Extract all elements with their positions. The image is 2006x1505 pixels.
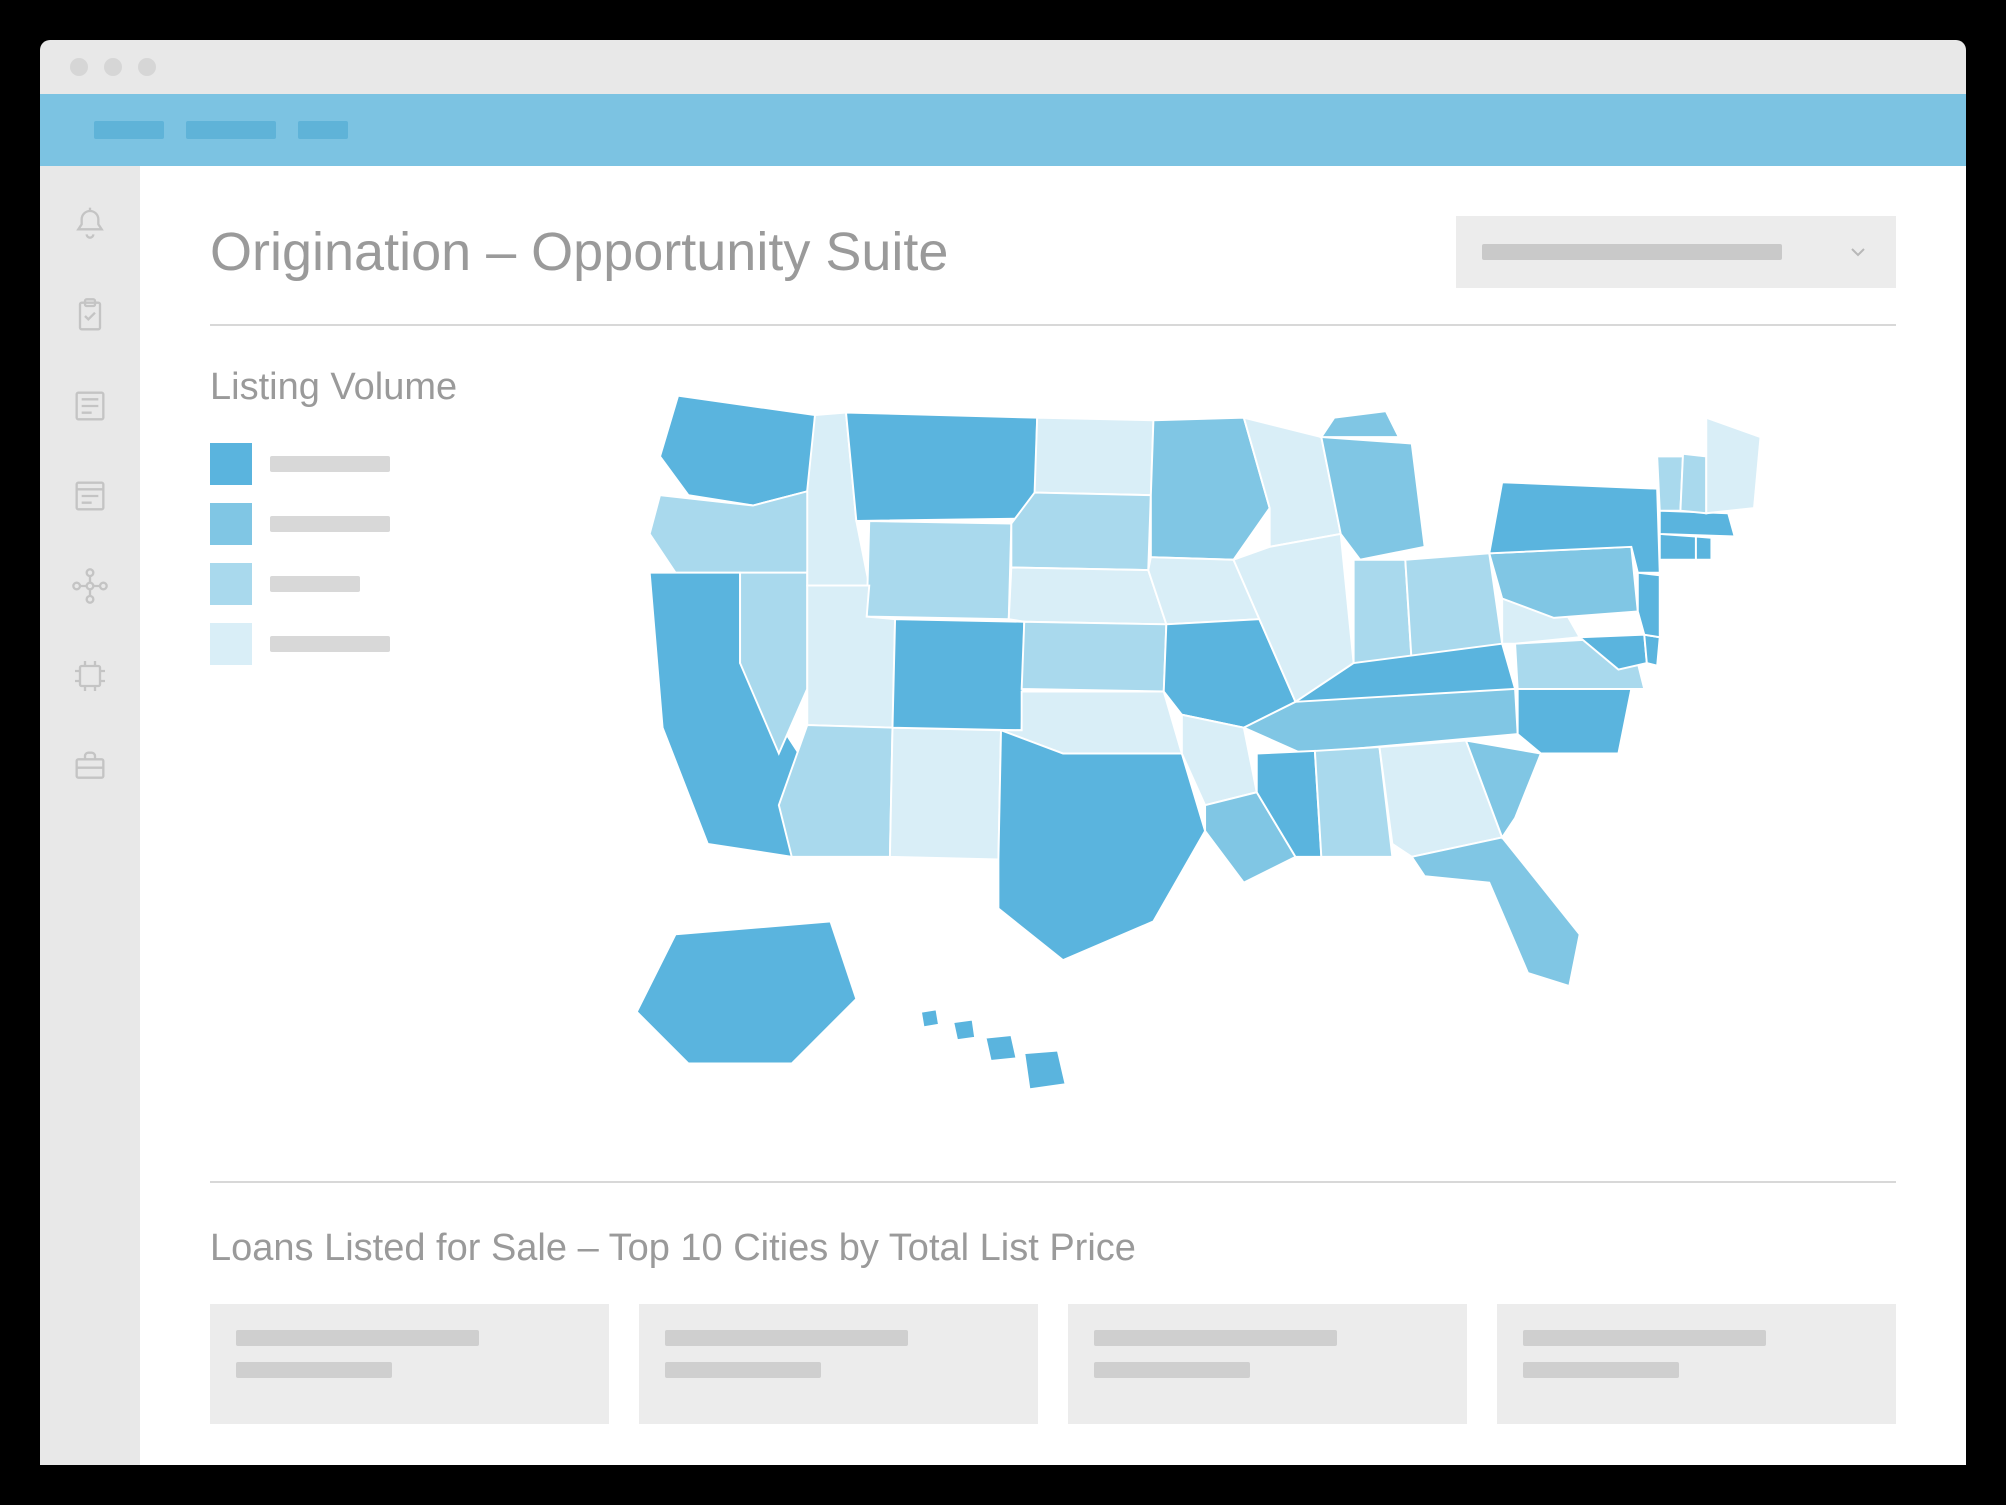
main-content: Origination – Opportunity Suite Listing … xyxy=(140,166,1966,1465)
clipboard-check-icon[interactable] xyxy=(70,296,110,336)
page-header: Origination – Opportunity Suite xyxy=(210,216,1896,326)
legend-swatch xyxy=(210,443,252,485)
header-nav-item[interactable] xyxy=(186,121,276,139)
legend-label xyxy=(270,576,360,592)
top-cities-cards xyxy=(210,1304,1896,1424)
legend-item xyxy=(210,563,540,605)
app-header xyxy=(40,94,1966,166)
city-card[interactable] xyxy=(1497,1304,1896,1424)
dropdown-placeholder xyxy=(1482,244,1782,260)
legend-item xyxy=(210,503,540,545)
legend-item xyxy=(210,443,540,485)
lower-section-title: Loans Listed for Sale – Top 10 Cities by… xyxy=(210,1227,1896,1270)
network-icon[interactable] xyxy=(70,566,110,606)
section-title: Listing Volume xyxy=(210,366,540,409)
city-card[interactable] xyxy=(1068,1304,1467,1424)
window-minimize-icon[interactable] xyxy=(104,58,122,76)
browser-titlebar xyxy=(40,40,1966,94)
notifications-icon[interactable] xyxy=(70,206,110,246)
filter-dropdown[interactable] xyxy=(1456,216,1896,288)
legend-item xyxy=(210,623,540,665)
document-icon[interactable] xyxy=(70,476,110,516)
legend-swatch xyxy=(210,503,252,545)
chip-icon[interactable] xyxy=(70,656,110,696)
page-title: Origination – Opportunity Suite xyxy=(210,221,948,283)
chevron-down-icon xyxy=(1846,240,1870,264)
listing-volume-section: Listing Volume xyxy=(210,326,1896,1183)
legend-swatch xyxy=(210,623,252,665)
window-maximize-icon[interactable] xyxy=(138,58,156,76)
legend-label xyxy=(270,516,390,532)
legend-label xyxy=(270,456,390,472)
us-choropleth-map xyxy=(540,366,1896,1141)
city-card[interactable] xyxy=(639,1304,1038,1424)
legend-label xyxy=(270,636,390,652)
legend-swatch xyxy=(210,563,252,605)
header-nav-item[interactable] xyxy=(94,121,164,139)
city-card[interactable] xyxy=(210,1304,609,1424)
header-nav-item[interactable] xyxy=(298,121,348,139)
list-icon[interactable] xyxy=(70,386,110,426)
sidebar xyxy=(40,166,140,1465)
briefcase-icon[interactable] xyxy=(70,746,110,786)
browser-frame: Origination – Opportunity Suite Listing … xyxy=(40,40,1966,1465)
window-close-icon[interactable] xyxy=(70,58,88,76)
